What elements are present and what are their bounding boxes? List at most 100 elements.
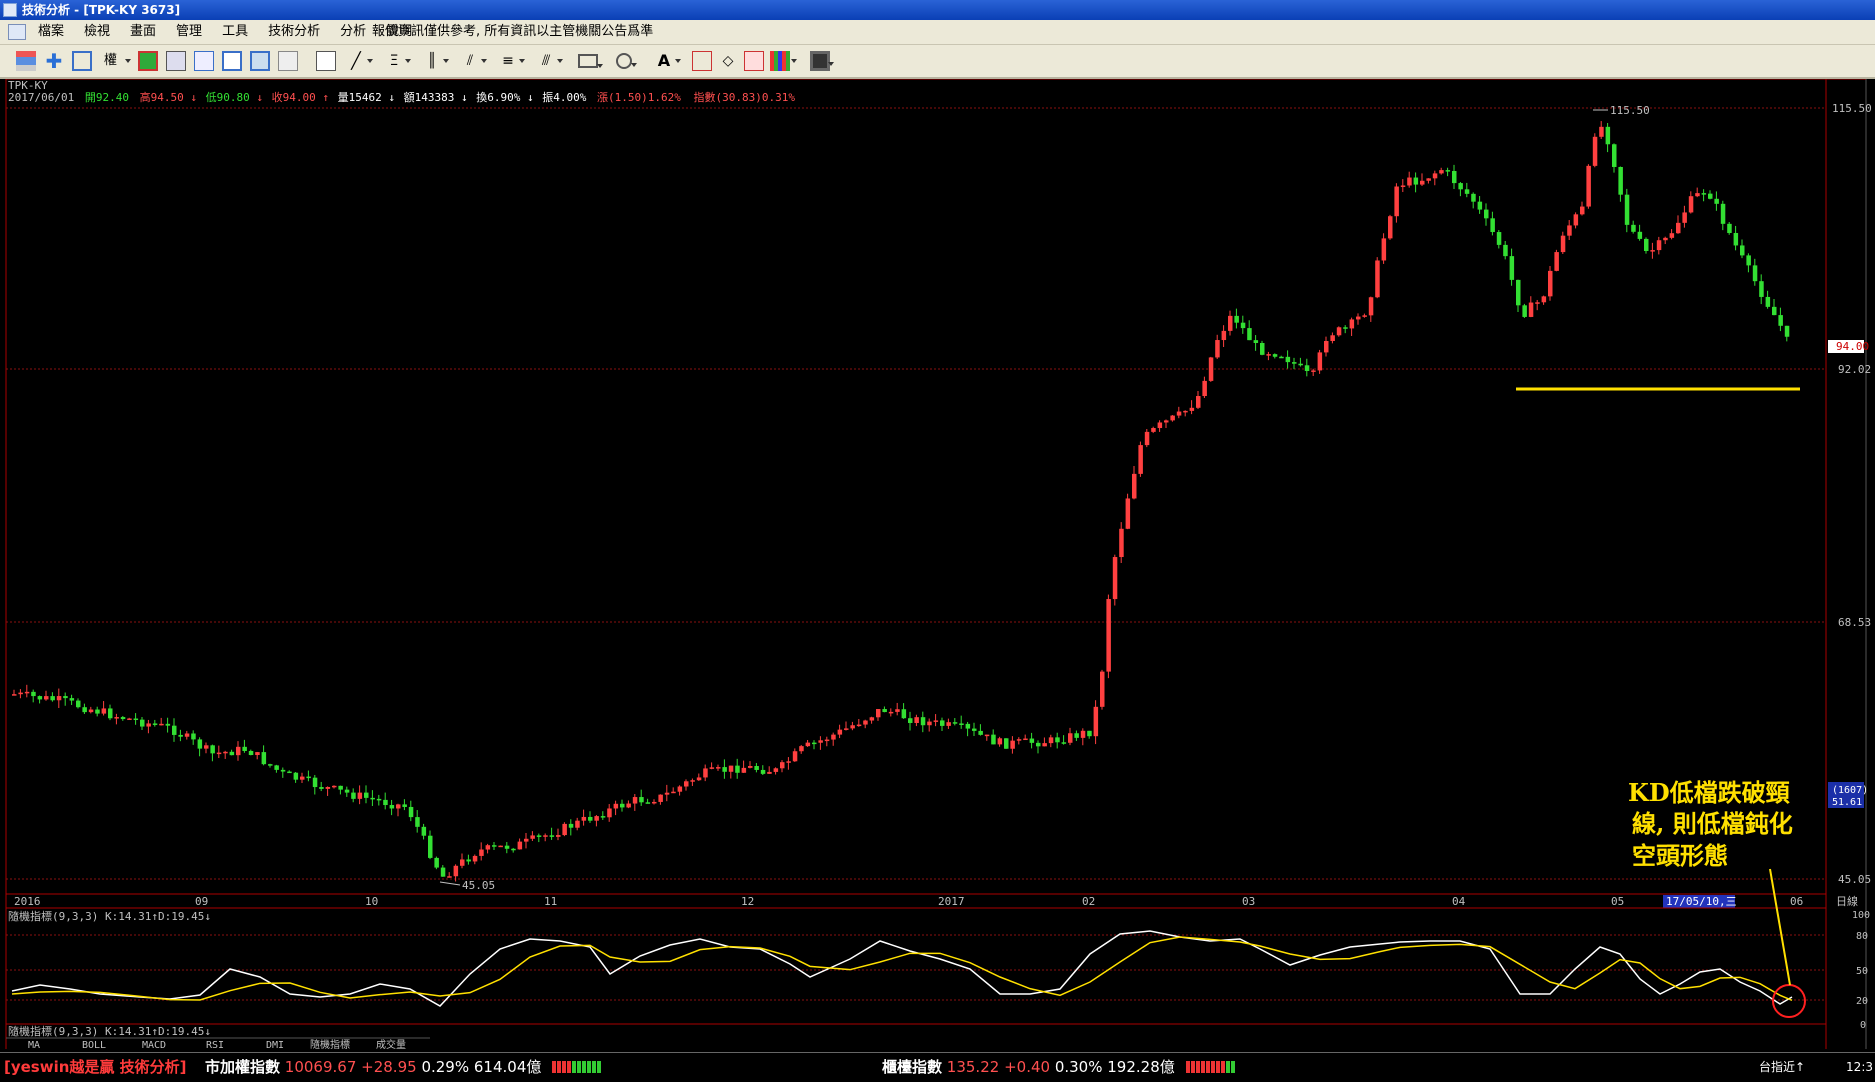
candle-body — [1740, 245, 1745, 256]
tab-macd[interactable]: MACD — [142, 1040, 166, 1050]
line-chart-icon[interactable] — [222, 51, 242, 71]
candle-body — [1016, 739, 1022, 741]
vertical-lines-icon[interactable]: ║ — [422, 51, 449, 71]
candle-body — [1496, 232, 1502, 245]
candle-body — [1285, 356, 1291, 363]
candle-body — [255, 752, 260, 756]
chart-app-icon[interactable] — [8, 24, 26, 40]
candle-body — [466, 859, 471, 862]
fibonacci-icon[interactable]: Ξ — [384, 51, 411, 71]
menu-tech-analysis[interactable]: 技術分析 — [268, 20, 320, 44]
candle-body — [767, 771, 772, 774]
draw-mode-icon[interactable] — [316, 51, 336, 71]
menu-tools[interactable]: 工具 — [222, 20, 248, 44]
chart-window-icon[interactable] — [194, 51, 214, 71]
candle-body — [1464, 189, 1470, 194]
taiex-pct: 0.29% — [421, 1058, 470, 1076]
eraser-icon[interactable]: ◇ — [718, 51, 738, 71]
candle-body — [50, 696, 55, 701]
candle-body — [1119, 528, 1124, 558]
channel-icon[interactable]: ≡ — [498, 51, 525, 71]
candle-body — [383, 799, 388, 806]
tab-kd[interactable]: 隨機指標 — [310, 1038, 350, 1050]
x-label-09: 09 — [195, 895, 208, 908]
window-icon[interactable] — [72, 51, 92, 71]
candle-body — [1490, 218, 1495, 233]
scale-icon[interactable] — [166, 51, 186, 71]
chart-svg[interactable]: TPK-KY 2017/06/01 開92.40 高94.50 ↓ 低90.80… — [0, 79, 1875, 1050]
candle-body — [1567, 225, 1572, 236]
candle-body — [728, 765, 734, 772]
crosshair-icon[interactable]: ✚ — [44, 51, 64, 71]
kd-axis-50: 50 — [1856, 966, 1868, 977]
tab-dmi[interactable]: DMI — [266, 1040, 284, 1050]
candle-body — [12, 694, 17, 696]
candle-body — [1138, 445, 1143, 474]
menu-manage[interactable]: 管理 — [176, 20, 202, 44]
candle-body — [1068, 733, 1073, 743]
x-label-11: 11 — [544, 895, 557, 908]
candle-body — [792, 751, 798, 762]
candle-body — [908, 718, 913, 723]
indicator-tabs: MA BOLL MACD RSI DMI 隨機指標 成交量 — [6, 1037, 430, 1050]
brand-label: [yeswin越是贏 技術分析] — [4, 1058, 187, 1076]
candle-body — [300, 776, 305, 780]
candle-body — [127, 718, 132, 721]
parallel-icon[interactable]: ⫻ — [536, 51, 563, 71]
candle-body — [1208, 357, 1214, 381]
side-volume-bottom: 51.61 — [1832, 797, 1862, 808]
ellipse-icon[interactable] — [616, 53, 637, 69]
annotation-line-3: 空頭形態 — [1632, 841, 1728, 870]
candle-body — [1420, 180, 1425, 185]
candle-body — [1772, 306, 1777, 316]
delete-drawing-icon[interactable] — [744, 51, 764, 71]
otc-change: +0.40 — [1004, 1058, 1051, 1076]
split-view-icon[interactable] — [250, 51, 270, 71]
candle-body — [517, 841, 523, 850]
candle-body — [1010, 740, 1015, 749]
save-icon[interactable] — [810, 51, 834, 71]
tab-rsi[interactable]: RSI — [206, 1040, 224, 1050]
candle-body — [120, 717, 126, 720]
menu-file[interactable]: 檔案 — [38, 20, 64, 44]
tab-ma[interactable]: MA — [28, 1040, 40, 1050]
info-change: 漲(1.50)1.62% — [597, 91, 681, 104]
tab-boll[interactable]: BOLL — [82, 1040, 106, 1050]
candle-body — [204, 745, 209, 749]
fan-lines-icon[interactable]: ⫽ — [460, 51, 487, 71]
candle-body — [1714, 198, 1719, 204]
layout-icon[interactable] — [16, 51, 36, 71]
candle-body — [370, 797, 375, 800]
candle-body — [1151, 428, 1156, 432]
candle-body — [197, 739, 203, 749]
menu-screen[interactable]: 畫面 — [130, 20, 156, 44]
grid-icon[interactable] — [278, 51, 298, 71]
info-high: 高94.50 — [140, 90, 184, 104]
menu-view[interactable]: 檢視 — [84, 20, 110, 44]
status-bar: [yeswin越是贏 技術分析] 市加權指數 10069.67 +28.95 0… — [0, 1052, 1875, 1081]
rectangle-icon[interactable] — [578, 54, 603, 68]
candle-body — [824, 739, 830, 742]
candle-body — [677, 786, 683, 792]
candle-body — [1106, 599, 1111, 672]
window-titlebar: 技術分析 - [TPK-KY 3673] — [0, 0, 1875, 20]
tab-volume[interactable]: 成交量 — [376, 1038, 406, 1050]
chart-area[interactable]: TPK-KY 2017/06/01 開92.40 高94.50 ↓ 低90.80… — [0, 79, 1875, 1050]
candle-body — [511, 848, 516, 851]
color-chart-icon[interactable] — [138, 51, 158, 71]
candle-body — [1618, 166, 1623, 195]
trendline-icon[interactable]: ╱ — [346, 51, 373, 71]
candle-body — [1042, 743, 1047, 747]
current-price-label: 94.00 — [1836, 340, 1869, 353]
candle-body — [773, 768, 779, 772]
candle-body — [524, 838, 529, 842]
candle-body — [223, 751, 228, 754]
quan-dropdown[interactable]: 權 — [104, 51, 131, 71]
candle-body — [748, 766, 753, 768]
color-palette-icon[interactable] — [770, 51, 797, 71]
menu-analysis[interactable]: 分析 — [340, 20, 366, 44]
text-tool-icon[interactable]: A — [654, 51, 681, 71]
info-index: 指數(30.83)0.31% — [693, 90, 795, 104]
copy-icon[interactable] — [692, 51, 712, 71]
info-date: 2017/06/01 — [8, 91, 74, 104]
